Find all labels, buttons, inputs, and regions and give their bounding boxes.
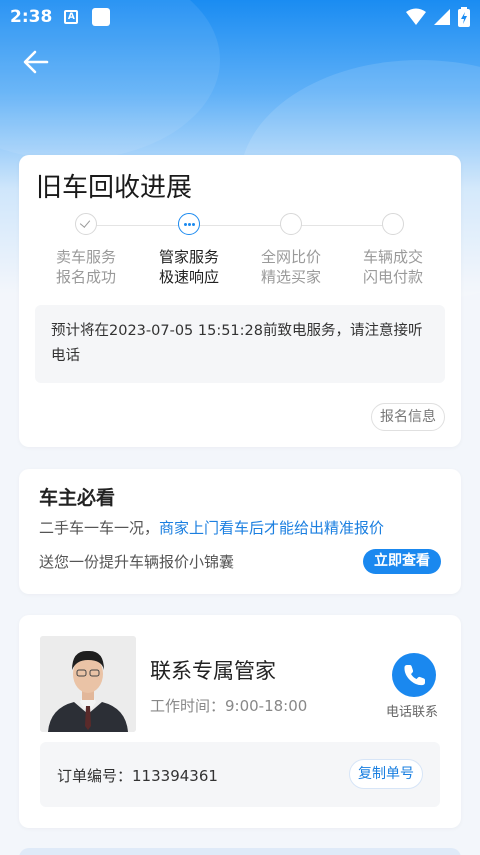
step-butler-service: 管家服务 极速响应 bbox=[144, 213, 234, 287]
owner-tips-card: 车主必看 二手车一车一况，商家上门看车后才能给出精准报价 送您一份提升车辆报价小… bbox=[19, 469, 461, 594]
call-button[interactable] bbox=[392, 653, 436, 697]
step-sell-service: 卖车服务 报名成功 bbox=[41, 213, 131, 287]
step-label: 车辆成交 bbox=[362, 248, 423, 266]
order-value: 113394361 bbox=[132, 767, 218, 785]
steps-connector bbox=[85, 225, 393, 226]
progress-card: 旧车回收进展 卖车服务 报名成功 管家服务 极速响应 全网比价 精选买家 车辆成… bbox=[19, 155, 461, 447]
check-icon bbox=[75, 213, 97, 235]
step-label: 全网比价 bbox=[260, 248, 321, 266]
notification-square-icon bbox=[92, 8, 111, 26]
back-button[interactable] bbox=[20, 46, 52, 78]
signup-info-button[interactable]: 报名信息 bbox=[371, 403, 445, 431]
step-price-compare: 全网比价 精选买家 bbox=[246, 213, 336, 287]
tips-highlight-text: 商家上门看车后才能给出精准报价 bbox=[159, 519, 385, 537]
tips-plain-text: 二手车一车一况， bbox=[39, 519, 160, 537]
butler-card: 联系专属管家 工作时间：9:00-18:00 电话联系 订单编号：1133943… bbox=[19, 615, 461, 828]
owner-tips-subtext: 送您一份提升车辆报价小锦囊 bbox=[39, 553, 235, 571]
notification-app-icon: A bbox=[64, 10, 79, 24]
step-status: 报名成功 bbox=[55, 268, 116, 286]
butler-avatar bbox=[40, 636, 136, 732]
pending-circle-icon bbox=[280, 213, 302, 235]
order-label: 订单编号： bbox=[57, 767, 133, 785]
call-label: 电话联系 bbox=[386, 705, 439, 720]
pending-circle-icon bbox=[382, 213, 404, 235]
step-deal: 车辆成交 闪电付款 bbox=[348, 213, 438, 287]
phone-icon bbox=[404, 665, 425, 686]
work-time: 工作时间：9:00-18:00 bbox=[150, 697, 308, 715]
order-number: 订单编号：113394361 bbox=[57, 765, 218, 786]
next-card-edge bbox=[19, 848, 461, 855]
status-time: 2:38 bbox=[10, 7, 53, 27]
progress-title: 旧车回收进展 bbox=[36, 173, 193, 203]
butler-title: 联系专属管家 bbox=[150, 659, 276, 683]
wifi-icon bbox=[406, 8, 426, 25]
step-label: 卖车服务 bbox=[55, 248, 116, 266]
step-status: 极速响应 bbox=[158, 268, 219, 286]
view-now-button[interactable]: 立即查看 bbox=[363, 549, 441, 574]
order-box: 订单编号：113394361 复制单号 bbox=[40, 742, 440, 807]
signal-icon bbox=[434, 9, 450, 25]
battery-icon bbox=[458, 7, 470, 27]
status-bar: 2:38 A bbox=[0, 0, 480, 34]
step-status: 精选买家 bbox=[260, 268, 321, 286]
step-label: 管家服务 bbox=[158, 248, 219, 266]
owner-tips-text: 二手车一车一况，商家上门看车后才能给出精准报价 bbox=[39, 517, 384, 538]
step-status: 闪电付款 bbox=[362, 268, 423, 286]
arrow-left-icon bbox=[23, 50, 49, 74]
copy-order-button[interactable]: 复制单号 bbox=[349, 759, 423, 789]
owner-tips-title: 车主必看 bbox=[39, 487, 116, 509]
more-dots-icon bbox=[178, 213, 200, 235]
call-notice: 预计将在2023-07-05 15:51:28前致电服务，请注意接听电话 bbox=[35, 305, 445, 383]
